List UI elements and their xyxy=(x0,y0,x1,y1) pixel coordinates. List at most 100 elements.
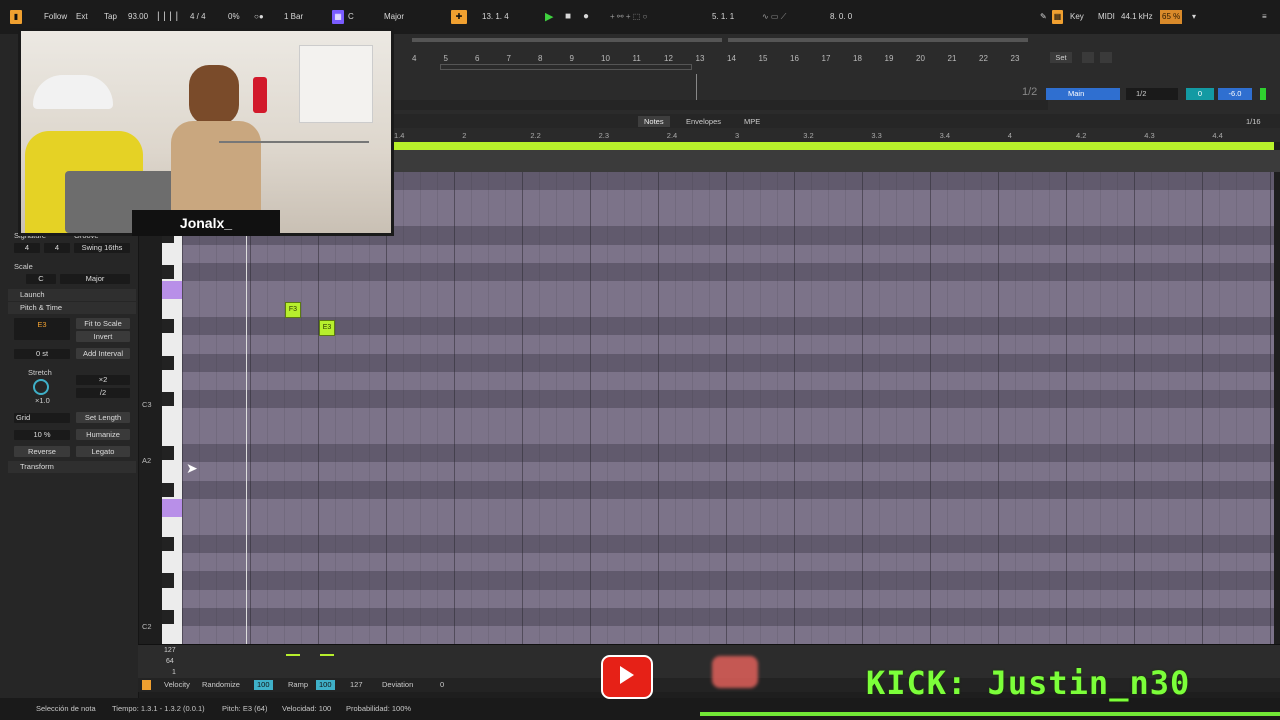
ramp-end[interactable]: 127 xyxy=(350,680,363,690)
piano-black-key[interactable] xyxy=(162,446,174,461)
launch-section[interactable]: Launch xyxy=(8,289,136,301)
double-button[interactable]: ×2 xyxy=(76,375,130,385)
piano-c-key[interactable] xyxy=(162,498,182,517)
hamburger-icon[interactable]: ≡ xyxy=(1262,10,1267,24)
deviation-value[interactable]: 0 xyxy=(440,680,444,690)
tab-envelopes[interactable]: Envelopes xyxy=(680,116,727,127)
piano-keyboard[interactable] xyxy=(162,172,182,644)
set-length-button[interactable]: Set Length xyxy=(76,412,130,423)
grid-row[interactable] xyxy=(182,444,1274,463)
groove-select[interactable]: Swing 16ths xyxy=(74,243,130,253)
stop-icon[interactable]: ■ xyxy=(565,10,571,24)
sig-numerator[interactable]: 4 xyxy=(14,243,40,253)
loop-length-field[interactable]: 8. 0. 0 xyxy=(830,10,852,24)
tempo-field[interactable]: 93.00 xyxy=(128,10,148,24)
key-root-select[interactable]: C xyxy=(348,10,354,24)
piano-c-key[interactable] xyxy=(162,280,182,300)
grid-row[interactable] xyxy=(182,590,1274,608)
midi-note[interactable]: F3 xyxy=(285,302,301,318)
legato-button[interactable]: Legato xyxy=(76,446,130,457)
grid-row[interactable] xyxy=(182,353,1274,372)
randomize-button[interactable]: Randomize xyxy=(202,680,240,690)
ext-button[interactable]: Ext xyxy=(76,10,88,24)
ramp-start[interactable]: 100 xyxy=(316,680,335,690)
piano-black-key[interactable] xyxy=(162,391,174,406)
grid-row[interactable] xyxy=(182,480,1274,499)
reverse-button[interactable]: Reverse xyxy=(14,446,70,457)
velocity-toggle-icon[interactable] xyxy=(142,680,151,690)
ramp-button[interactable]: Ramp xyxy=(288,680,308,690)
humanize-button[interactable]: Humanize xyxy=(76,429,130,440)
metronome-icon[interactable]: ○● xyxy=(254,10,264,24)
midi-note[interactable]: E3 xyxy=(319,320,335,336)
grid-row[interactable] xyxy=(182,299,1274,317)
db-field[interactable]: -6.0 xyxy=(1218,88,1252,100)
piano-black-key[interactable] xyxy=(162,264,174,279)
grid-row[interactable] xyxy=(182,317,1274,336)
grid-row[interactable] xyxy=(182,281,1274,299)
signature-field[interactable]: 4 / 4 xyxy=(190,10,206,24)
beat-ruler[interactable]: 1.4 2 2.2 2.3 2.4 3 3.2 3.3 3.4 4 4.2 4.3 4.4 xyxy=(388,128,1280,142)
grid-row[interactable] xyxy=(182,553,1274,571)
piano-black-key[interactable] xyxy=(162,537,174,552)
pitch-time-section[interactable]: Pitch & Time xyxy=(8,302,136,314)
add-interval-button[interactable]: Add Interval xyxy=(76,348,130,359)
grid-resolution[interactable]: 1/16 xyxy=(1240,116,1267,127)
scale-root-select[interactable]: C xyxy=(26,274,56,284)
overview-scroll[interactable] xyxy=(412,38,722,42)
key-map-button[interactable]: Key xyxy=(1070,10,1084,24)
expand-icon[interactable] xyxy=(1082,52,1094,63)
velocity-marker[interactable] xyxy=(286,654,300,656)
automation-icons[interactable]: + ⚯ + ⬚ ○ xyxy=(610,10,647,24)
note-editor-grid[interactable] xyxy=(182,172,1274,644)
song-position[interactable]: 13. 1. 4 xyxy=(482,10,509,24)
draw-mode-button[interactable]: ✚ xyxy=(451,10,467,24)
velocity-marker[interactable] xyxy=(320,654,334,656)
grid-row[interactable] xyxy=(182,408,1274,426)
follow-button[interactable]: Follow xyxy=(44,10,67,24)
humanize-amount[interactable]: 10 % xyxy=(14,430,70,440)
piano-black-key[interactable] xyxy=(162,609,174,624)
stretch-knob[interactable] xyxy=(33,379,49,395)
tempo-nudge-icon[interactable]: ▏▏▏▏ xyxy=(158,10,183,24)
transform-section[interactable]: Transform xyxy=(8,461,136,473)
loop-start-field[interactable]: 5. 1. 1 xyxy=(712,10,734,24)
sig-denominator[interactable]: 4 xyxy=(44,243,70,253)
tap-button[interactable]: Tap xyxy=(104,10,117,24)
grid-row[interactable] xyxy=(182,607,1274,626)
key-map-icon[interactable]: ▦ xyxy=(1052,10,1063,24)
loop-brace[interactable] xyxy=(440,64,692,70)
grid-row[interactable] xyxy=(182,535,1274,554)
chevron-down-icon[interactable]: ▾ xyxy=(1192,10,1196,24)
grid-row[interactable] xyxy=(182,571,1274,590)
time-ruler[interactable] xyxy=(388,100,1048,110)
scale-name-select[interactable]: Major xyxy=(60,274,130,284)
interval-field[interactable]: 0 st xyxy=(14,349,70,359)
key-scale-select[interactable]: Major xyxy=(384,10,404,24)
grid-row[interactable] xyxy=(182,372,1274,390)
track-main[interactable]: Main xyxy=(1046,88,1120,100)
fit-to-scale-button[interactable]: Fit to Scale xyxy=(76,318,130,329)
piano-black-key[interactable] xyxy=(162,319,174,334)
input-channel-select[interactable]: 1/2 xyxy=(1126,88,1178,100)
piano-black-key[interactable] xyxy=(162,573,174,588)
tab-notes[interactable]: Notes xyxy=(638,116,670,127)
piano-black-key[interactable] xyxy=(162,355,174,370)
grid-row[interactable] xyxy=(182,335,1274,353)
randomize-value[interactable]: 100 xyxy=(254,680,273,690)
overview-scroll-2[interactable] xyxy=(728,38,1028,42)
invert-button[interactable]: Invert xyxy=(76,331,130,342)
pencil-icon[interactable]: ✎ xyxy=(1040,10,1047,24)
lock-icon[interactable] xyxy=(1100,52,1112,63)
half-button[interactable]: /2 xyxy=(76,388,130,398)
record-icon[interactable]: ● xyxy=(583,10,589,24)
grid-row[interactable] xyxy=(182,389,1274,409)
grid-row[interactable] xyxy=(182,517,1274,535)
grid-row[interactable] xyxy=(182,245,1274,263)
quantize-select[interactable]: 1 Bar xyxy=(284,10,303,24)
grid-select[interactable]: Grid xyxy=(14,413,70,423)
transpose-box[interactable]: E3 xyxy=(14,318,70,340)
midi-map-button[interactable]: MIDI xyxy=(1098,10,1115,24)
volume-field[interactable]: 0 xyxy=(1186,88,1214,100)
grid-row[interactable] xyxy=(182,626,1274,644)
